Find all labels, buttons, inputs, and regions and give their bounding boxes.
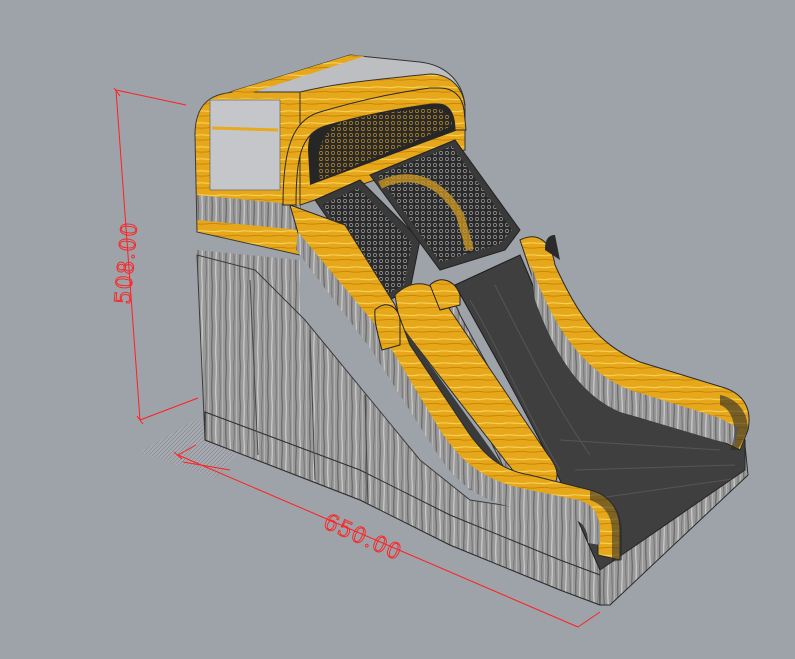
slide-model-drawing: 508.00 650.00 — [111, 54, 750, 628]
height-dimension-label: 508.00 — [111, 221, 143, 306]
width-dimension-label: 650.00 — [320, 510, 406, 567]
cad-viewport[interactable]: 508.00 650.00 — [0, 0, 795, 659]
